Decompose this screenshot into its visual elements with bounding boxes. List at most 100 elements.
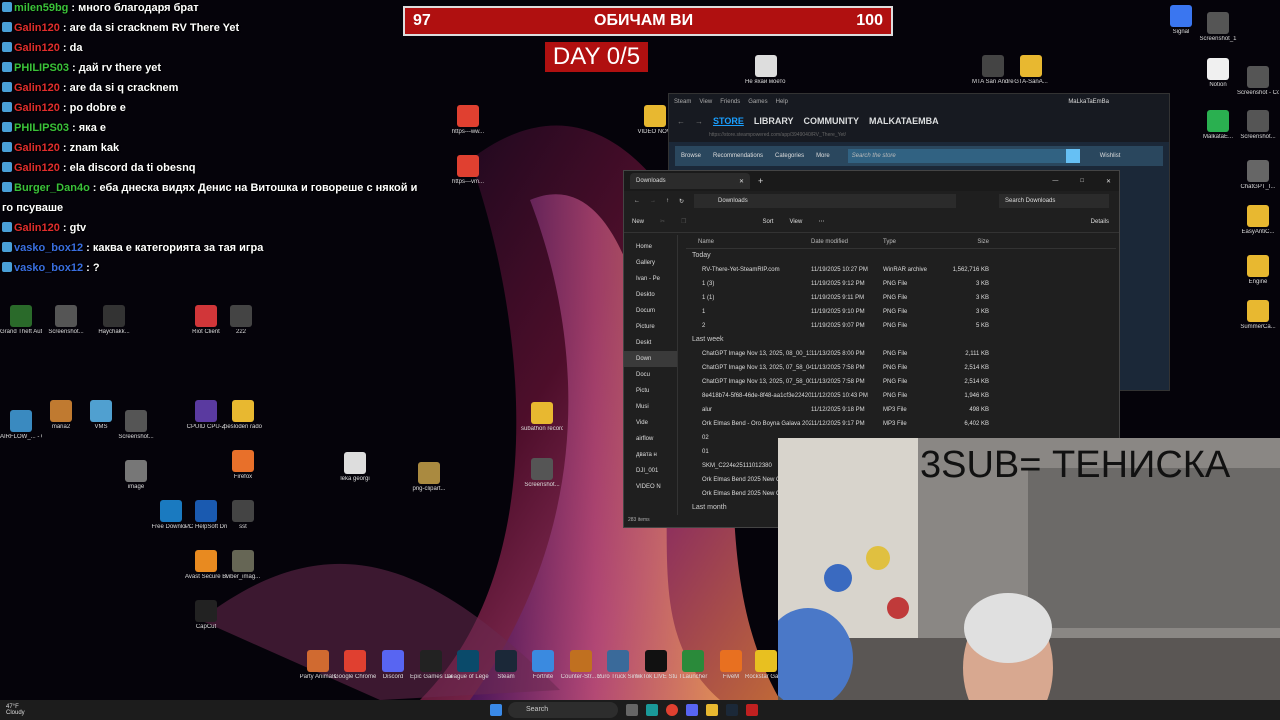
steam-search-input[interactable]: Search the store — [847, 149, 1066, 163]
more-icon[interactable]: ⋯ — [818, 218, 824, 225]
desktop-icon[interactable]: Engine — [1237, 255, 1279, 286]
desktop-icon[interactable]: Screenshot... — [521, 458, 563, 489]
sort-button[interactable]: Sort — [762, 219, 773, 225]
desktop-icon[interactable]: GTA-SanA... — [1010, 55, 1052, 86]
file-row[interactable]: alur 11/12/2025 9:18 PM MP3 File 498 KB — [686, 403, 1116, 417]
desktop-icon[interactable]: Screenshot... — [115, 410, 157, 441]
nav-item[interactable]: airflow — [624, 431, 677, 447]
desktop-icon[interactable]: https---ww... — [447, 105, 489, 136]
nav-item[interactable]: Pictu — [624, 383, 677, 399]
desktop-icon[interactable]: Google Chrome — [334, 650, 376, 681]
nav-item[interactable]: Vide — [624, 415, 677, 431]
back-icon[interactable]: ← — [634, 198, 640, 204]
minimize-icon[interactable]: — — [1052, 178, 1058, 184]
file-row[interactable]: ChatGPT Image Nov 13, 2025, 07_58_04 PM1… — [686, 361, 1116, 375]
nav-item[interactable]: Gallery — [624, 255, 677, 271]
desktop-icon[interactable]: https---vm... — [447, 155, 489, 186]
steam-menu-view[interactable]: View — [699, 99, 712, 105]
column-type[interactable]: Type — [883, 235, 949, 248]
taskbar-search[interactable]: Search — [508, 702, 618, 718]
desktop-icon[interactable]: Screenshot_1 — [1197, 12, 1239, 43]
close-icon[interactable]: ✕ — [1106, 178, 1111, 185]
nav-item[interactable]: Picture — [624, 319, 677, 335]
back-icon[interactable]: ← — [677, 117, 685, 126]
chrome-icon[interactable] — [666, 704, 678, 716]
nav-item[interactable]: Deskto — [624, 287, 677, 303]
windows-start-icon[interactable] — [490, 704, 502, 716]
desktop-icon[interactable]: Euro Truck Simulator 2 — [597, 650, 639, 681]
desktop-icon[interactable]: SummerCa... — [1237, 300, 1279, 331]
desktop-icon[interactable]: pesloden rado — [222, 400, 264, 431]
desktop-icon[interactable]: maria2 — [40, 400, 82, 431]
store-nav-browse[interactable]: Browse — [681, 153, 701, 159]
file-row[interactable]: RV-There-Yet-SteamRIP.com 11/19/2025 10:2… — [686, 263, 1116, 277]
file-row[interactable]: ChatGPT Image Nov 13, 2025, 08_00_13 PM1… — [686, 347, 1116, 361]
file-row[interactable]: 1 (1) 11/19/2025 9:11 PM PNG File 3 KB — [686, 291, 1116, 305]
group-header[interactable]: Last week — [686, 333, 1116, 347]
desktop-icon[interactable]: Fortnite — [522, 650, 564, 681]
weather-widget[interactable]: 47°F Cloudy — [0, 704, 25, 716]
desktop-icon[interactable]: subathon record — [521, 402, 563, 433]
desktop-icon[interactable]: Notion — [1197, 58, 1239, 89]
tab-profile[interactable]: MALKATAEMBA — [869, 116, 939, 126]
nav-item[interactable]: Docu — [624, 367, 677, 383]
desktop-icon[interactable]: Epic Games Launcher — [410, 650, 452, 681]
nav-item[interactable]: Docum — [624, 303, 677, 319]
desktop-icon[interactable]: Discord — [372, 650, 414, 681]
nav-item[interactable]: Ivan - Pe — [624, 271, 677, 287]
close-tab-icon[interactable]: ✕ — [739, 178, 744, 185]
file-row[interactable]: 2 11/19/2025 9:07 PM PNG File 5 KB — [686, 319, 1116, 333]
desktop-icon[interactable]: EasyAntiC... — [1237, 205, 1279, 236]
nav-item[interactable]: Deskt — [624, 335, 677, 351]
file-row[interactable]: 1 11/19/2025 9:10 PM PNG File 3 KB — [686, 305, 1116, 319]
tab-community[interactable]: COMMUNITY — [804, 116, 860, 126]
task-view-icon[interactable] — [626, 704, 638, 716]
desktop-icon[interactable]: AIRFLOW_... - Copy — [0, 410, 42, 441]
nav-item[interactable]: Home — [624, 239, 677, 255]
desktop-icon[interactable]: 222 — [220, 305, 262, 336]
desktop-icon[interactable]: image — [115, 460, 157, 491]
new-button[interactable]: New — [632, 219, 644, 225]
edge-icon[interactable] — [646, 704, 658, 716]
steam-icon[interactable] — [726, 704, 738, 716]
steam-menu-steam[interactable]: Steam — [674, 99, 691, 105]
store-nav-categories[interactable]: Categories — [775, 153, 804, 159]
app-icon[interactable] — [746, 704, 758, 716]
column-name[interactable]: Name — [686, 235, 811, 248]
desktop-icon[interactable]: viber_imag... — [222, 550, 264, 581]
desktop-icon[interactable]: Haychakk... — [93, 305, 135, 336]
desktop-icon[interactable]: Counter-Str... 2 — [560, 650, 602, 681]
nav-item[interactable]: VIDEO N — [624, 479, 677, 495]
maximize-icon[interactable]: □ — [1080, 178, 1084, 184]
file-row[interactable]: Ork Elmas Bend - Oro Boyna Galava 2025..… — [686, 417, 1116, 431]
desktop-icon[interactable]: Avast Secure Browser — [185, 550, 227, 581]
refresh-icon[interactable]: ↻ — [679, 198, 684, 205]
nav-item[interactable]: двата н — [624, 447, 677, 463]
store-nav-more[interactable]: More — [816, 153, 830, 159]
copy-icon[interactable]: ❐ — [681, 218, 686, 225]
search-input[interactable]: Search Downloads — [999, 194, 1109, 208]
forward-icon[interactable]: → — [695, 117, 703, 126]
desktop-icon[interactable]: MTA San Andreas 1.6 — [972, 55, 1014, 86]
desktop-icon[interactable]: Screenshot... — [45, 305, 87, 336]
desktop-icon[interactable]: MalkataE... — [1197, 110, 1239, 141]
cut-icon[interactable]: ✂ — [660, 218, 665, 225]
desktop-icon[interactable]: leka georgi — [334, 452, 376, 483]
path-field[interactable]: Downloads — [694, 194, 957, 208]
steam-menu-friends[interactable]: Friends — [720, 99, 740, 105]
column-size[interactable]: Size — [949, 235, 989, 248]
wishlist-button[interactable]: Wishlist — [1100, 153, 1121, 159]
desktop-icon[interactable]: TikTok LIVE Studio — [635, 650, 677, 681]
desktop-icon[interactable]: Grand Theft Auto V — [0, 305, 42, 336]
desktop-icon[interactable]: sst — [222, 500, 264, 531]
desktop-icon[interactable]: PC HelpSoft Driver Up... — [185, 500, 227, 531]
desktop-icon[interactable]: ChatGPT_I... — [1237, 160, 1279, 191]
desktop-icon[interactable]: Firefox — [222, 450, 264, 481]
file-row[interactable]: 8e418b74-5f68-46de-8f48-aa1cf3e22420 11/1… — [686, 389, 1116, 403]
store-nav-recommendations[interactable]: Recommendations — [713, 153, 763, 159]
desktop-icon[interactable]: Не яхай моето мо... — [745, 55, 787, 86]
column-date[interactable]: Date modified — [811, 235, 883, 248]
nav-item[interactable]: Down — [624, 351, 677, 367]
desktop-icon[interactable]: Steam — [485, 650, 527, 681]
desktop-icon[interactable]: Signal — [1160, 5, 1202, 36]
